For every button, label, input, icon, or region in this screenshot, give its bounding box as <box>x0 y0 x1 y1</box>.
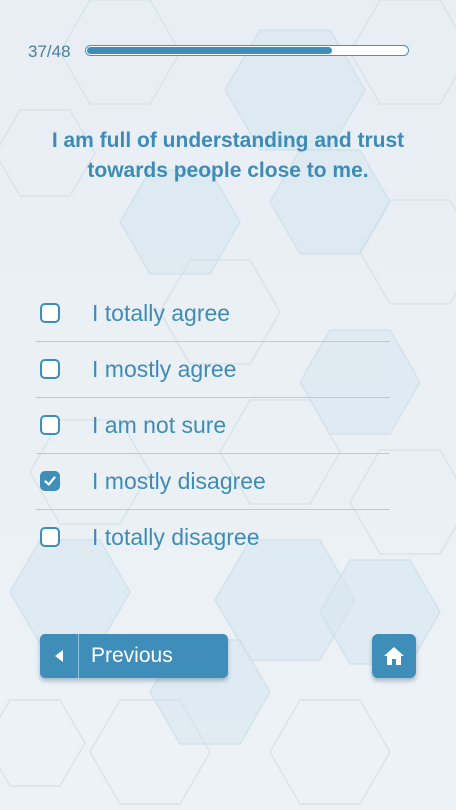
previous-button[interactable]: Previous <box>40 634 228 678</box>
option-label: I totally disagree <box>92 524 260 550</box>
option-not-sure[interactable]: I am not sure <box>36 398 390 454</box>
progress-bar-fill <box>87 47 332 54</box>
home-icon <box>384 647 404 665</box>
option-label: I am not sure <box>92 412 227 438</box>
check-icon <box>44 476 56 486</box>
checkbox-checked[interactable] <box>40 471 60 491</box>
answer-options: I totally agree I mostly agree I am not … <box>36 286 390 565</box>
option-label: I totally agree <box>92 300 231 326</box>
checkbox[interactable] <box>40 359 60 379</box>
home-button[interactable] <box>372 634 416 678</box>
previous-label: Previous <box>91 644 173 667</box>
checkbox[interactable] <box>40 415 60 435</box>
checkbox[interactable] <box>40 527 60 547</box>
option-mostly-agree[interactable]: I mostly agree <box>36 342 390 398</box>
progress-counter: 37/48 <box>28 42 71 61</box>
quiz-screen: 37/48 I am full of understanding and tru… <box>0 0 456 810</box>
option-mostly-disagree[interactable]: I mostly disagree <box>36 454 390 510</box>
option-totally-disagree[interactable]: I totally disagree <box>36 510 390 565</box>
option-label: I mostly agree <box>92 356 237 382</box>
progress-bar <box>85 45 409 56</box>
caret-left-icon <box>40 634 79 678</box>
option-totally-agree[interactable]: I totally agree <box>36 286 390 342</box>
progress-area: 37/48 <box>28 40 409 64</box>
question-text: I am full of understanding and trust tow… <box>51 129 405 182</box>
checkbox[interactable] <box>40 303 60 323</box>
option-label: I mostly disagree <box>92 468 266 494</box>
